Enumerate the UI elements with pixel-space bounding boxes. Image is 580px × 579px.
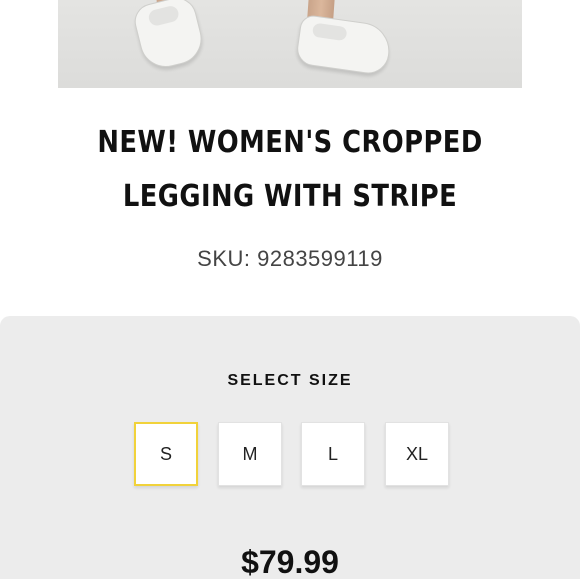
size-option-xl[interactable]: XL (385, 422, 449, 486)
product-image-shoe-left (130, 0, 208, 73)
product-title-line1: NEW! WOMEN'S CROPPED (97, 125, 483, 160)
size-option-l[interactable]: L (301, 422, 365, 486)
purchase-panel: SELECT SIZE S M L XL $79.99 (0, 316, 580, 579)
product-image (58, 0, 522, 88)
product-title-line2: LEGGING WITH STRIPE (122, 179, 458, 214)
product-image-shoe-right (294, 13, 394, 77)
product-page: NEW! WOMEN'S CROPPED LEGGING WITH STRIPE… (0, 0, 580, 579)
size-option-m[interactable]: M (218, 422, 282, 486)
product-price: $79.99 (241, 544, 339, 579)
size-option-s[interactable]: S (134, 422, 198, 486)
product-title: NEW! WOMEN'S CROPPED LEGGING WITH STRIPE (58, 116, 522, 224)
product-sku: SKU: 9283599119 (197, 246, 383, 271)
select-size-heading: SELECT SIZE (227, 372, 353, 389)
